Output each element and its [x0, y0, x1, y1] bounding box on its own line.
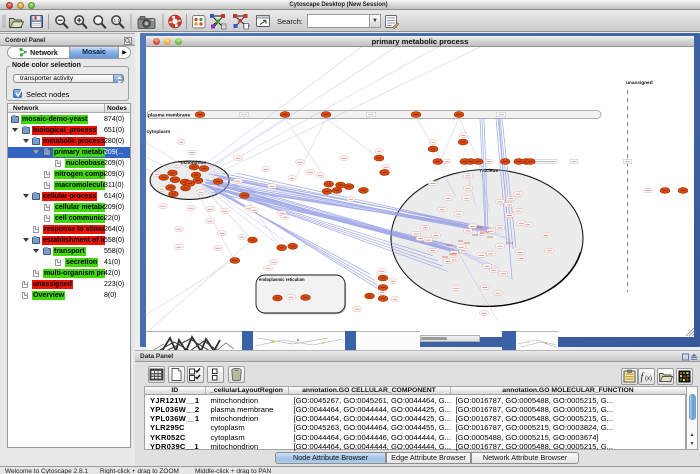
svg-text:(x): (x): [645, 376, 652, 382]
svg-text:f: f: [641, 372, 645, 383]
svg-text:endoplasmic reticulum: endoplasmic reticulum: [259, 277, 305, 282]
svg-text:1:1: 1:1: [114, 18, 121, 23]
svg-text:cytoplasm: cytoplasm: [147, 129, 171, 135]
svg-text:unassigned: unassigned: [626, 80, 653, 86]
svg-text:plasma membrane: plasma membrane: [148, 113, 190, 119]
